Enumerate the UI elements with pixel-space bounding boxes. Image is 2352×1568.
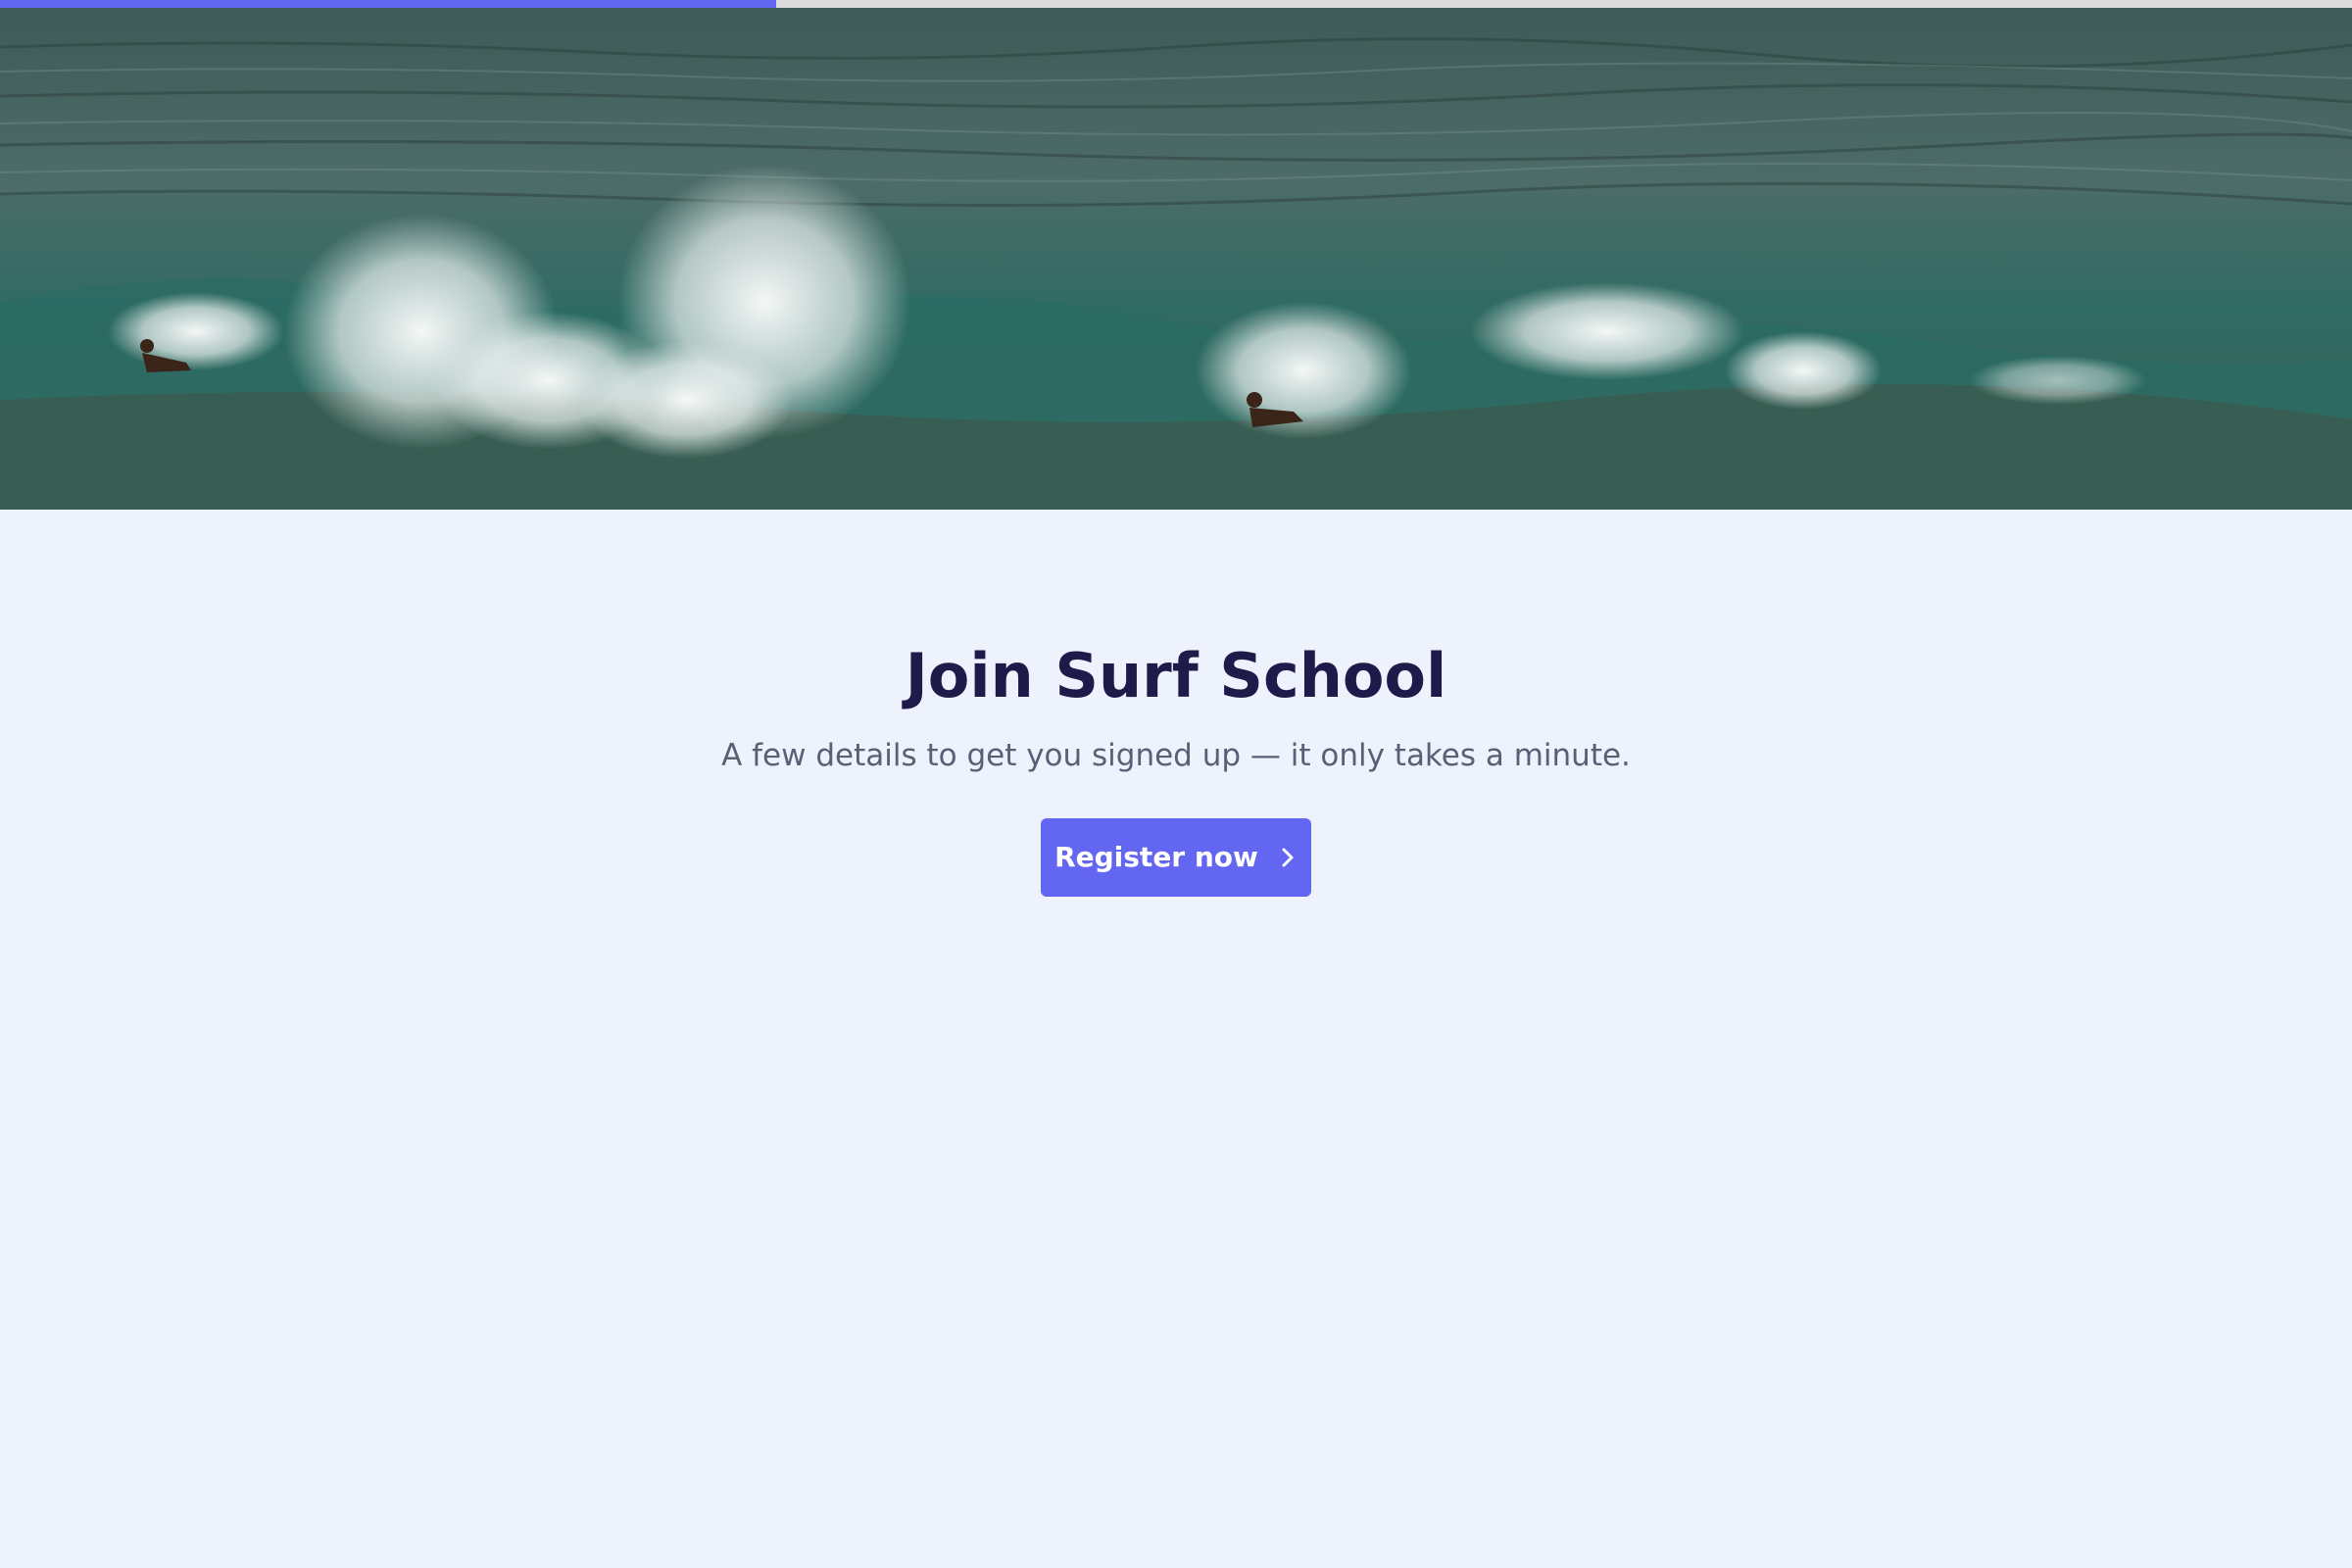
chevron-right-icon xyxy=(1278,846,1298,869)
progress-bar-fill xyxy=(0,0,776,8)
hero-image xyxy=(0,8,2352,510)
page-subtitle: A few details to get you signed up — it … xyxy=(721,738,1631,774)
register-now-button[interactable]: Register now xyxy=(1041,817,1311,897)
main-content: Join Surf School A few details to get yo… xyxy=(0,510,2352,897)
page-title: Join Surf School xyxy=(905,640,1447,711)
progress-bar xyxy=(0,0,2352,8)
register-now-label: Register now xyxy=(1054,841,1258,874)
